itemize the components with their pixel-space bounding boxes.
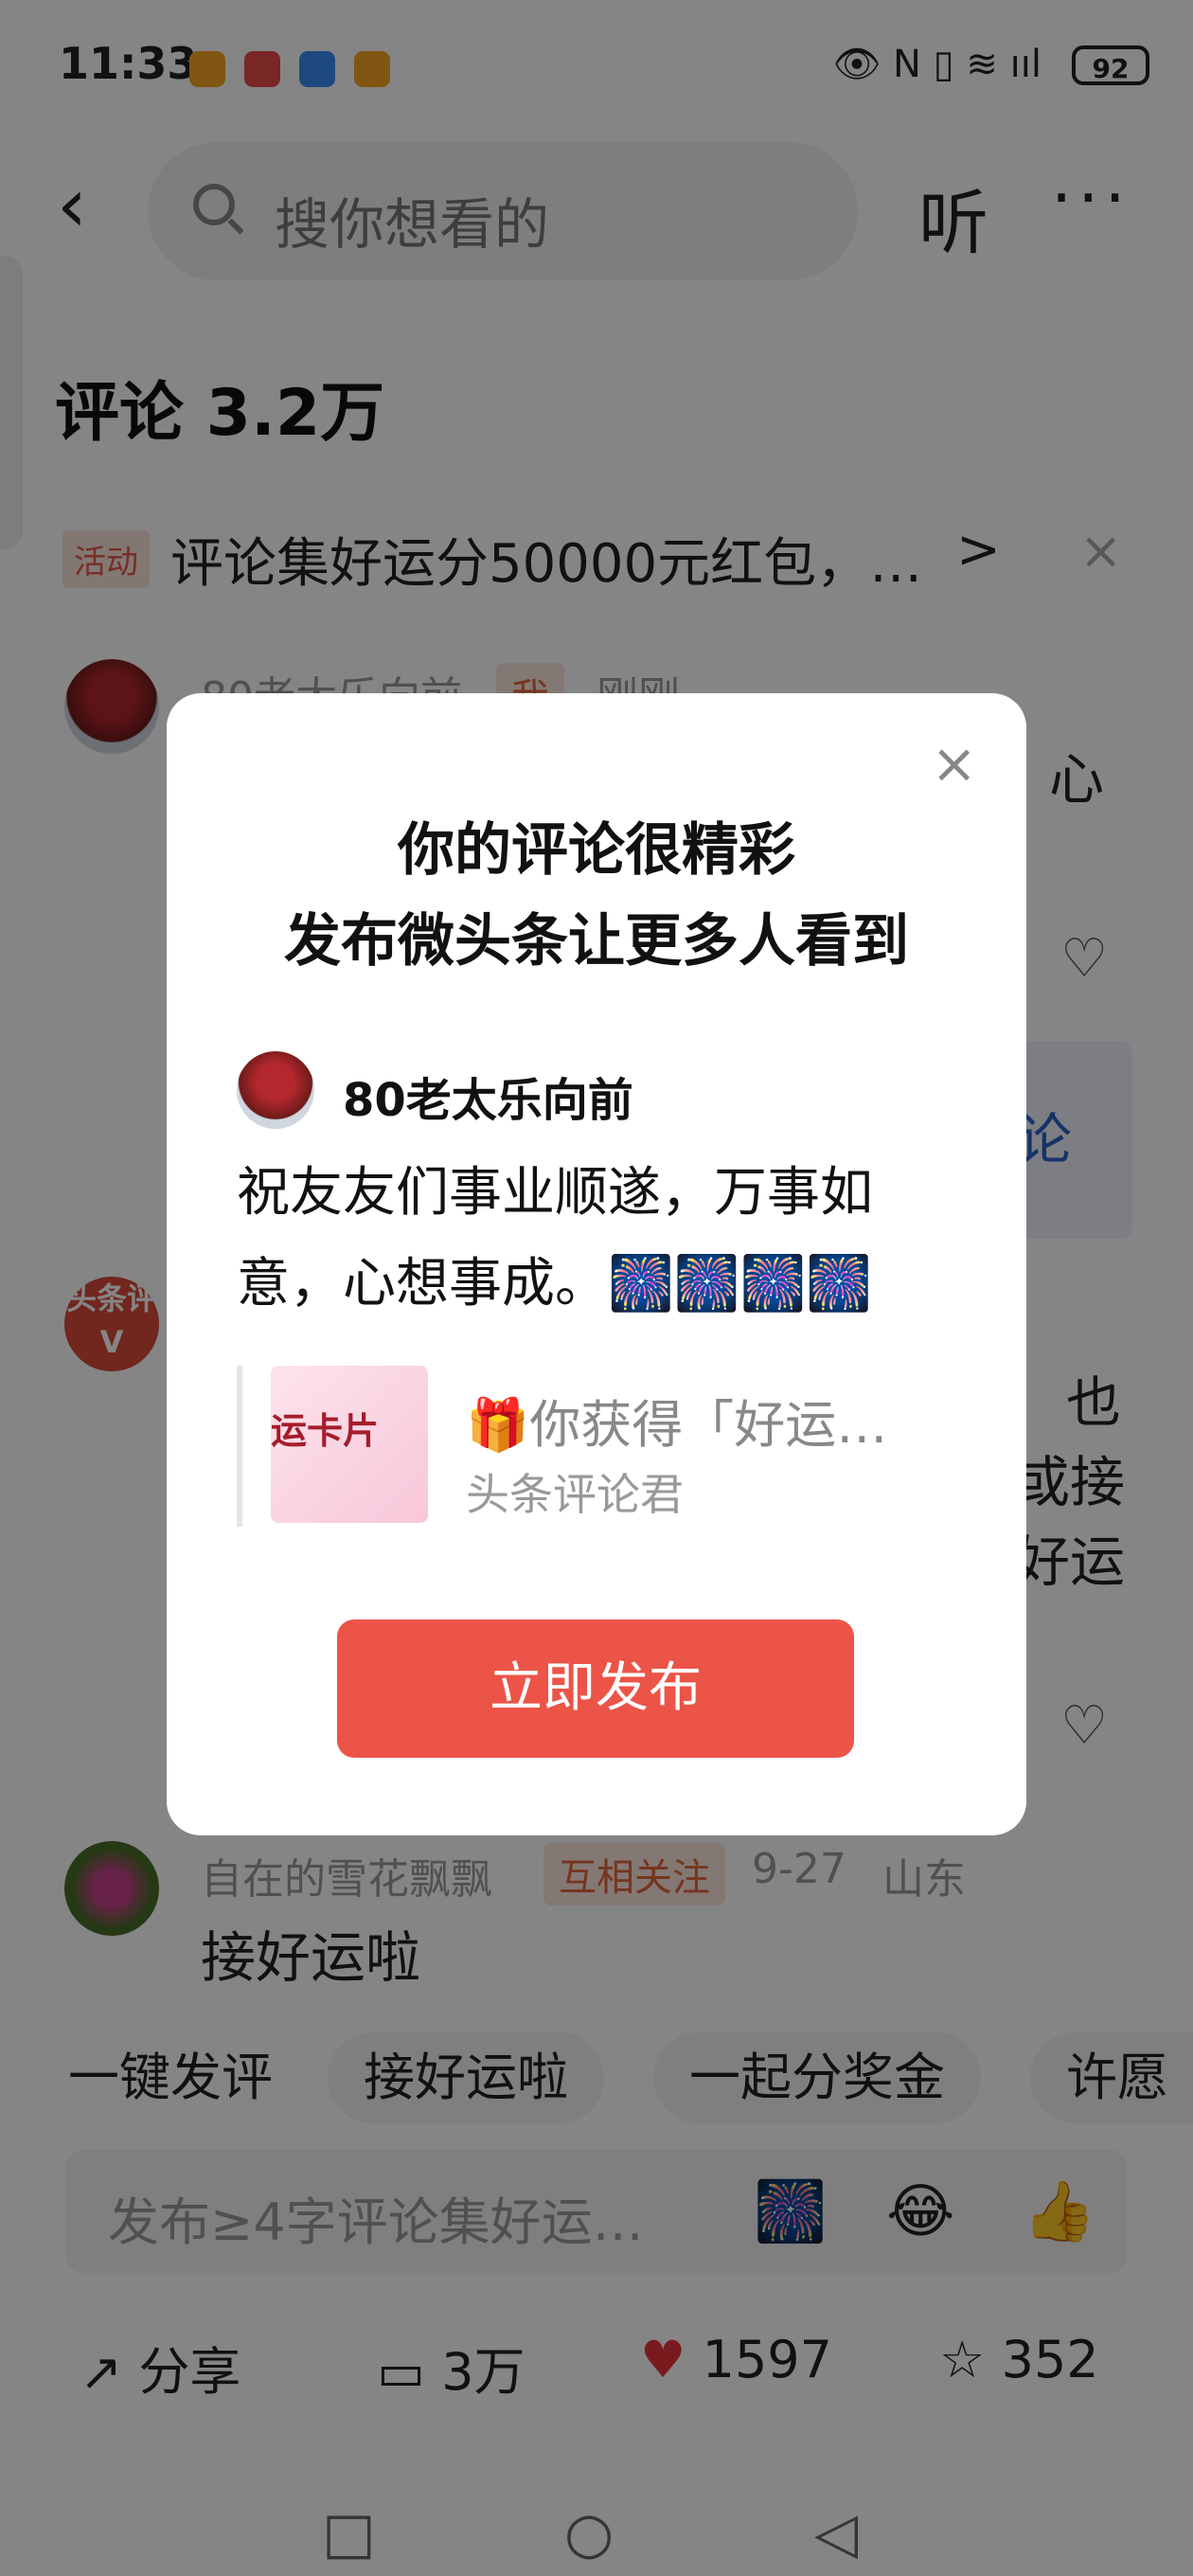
quote-source: 头条评论君 [466, 1469, 684, 1520]
avatar [237, 1051, 314, 1129]
dialog-title: 你的评论很精彩 发布微头条让更多人看到 [167, 805, 1026, 987]
dialog-title-line2: 发布微头条让更多人看到 [284, 908, 909, 975]
dialog-title-line1: 你的评论很精彩 [398, 817, 795, 884]
luck-card-thumbnail: 运卡片 [271, 1366, 428, 1523]
firework-emoji-icon: 🎆🎆🎆🎆 [608, 1253, 872, 1315]
publish-dialog: × 你的评论很精彩 发布微头条让更多人看到 80老太乐向前 祝友友们事业顺遂，万… [167, 693, 1026, 1835]
card-label: 运卡片 [271, 1410, 380, 1452]
close-icon[interactable]: × [931, 731, 977, 796]
publish-button[interactable]: 立即发布 [337, 1619, 854, 1758]
quote-card[interactable]: 运卡片 🎁你获得「好运… 头条评论君 [237, 1366, 924, 1527]
author-name: 80老太乐向前 [343, 1074, 633, 1127]
dialog-body: 祝友友们事业顺遂，万事如意，心想事成。🎆🎆🎆🎆 [237, 1148, 975, 1330]
quote-title: 🎁你获得「好运… [466, 1395, 888, 1455]
